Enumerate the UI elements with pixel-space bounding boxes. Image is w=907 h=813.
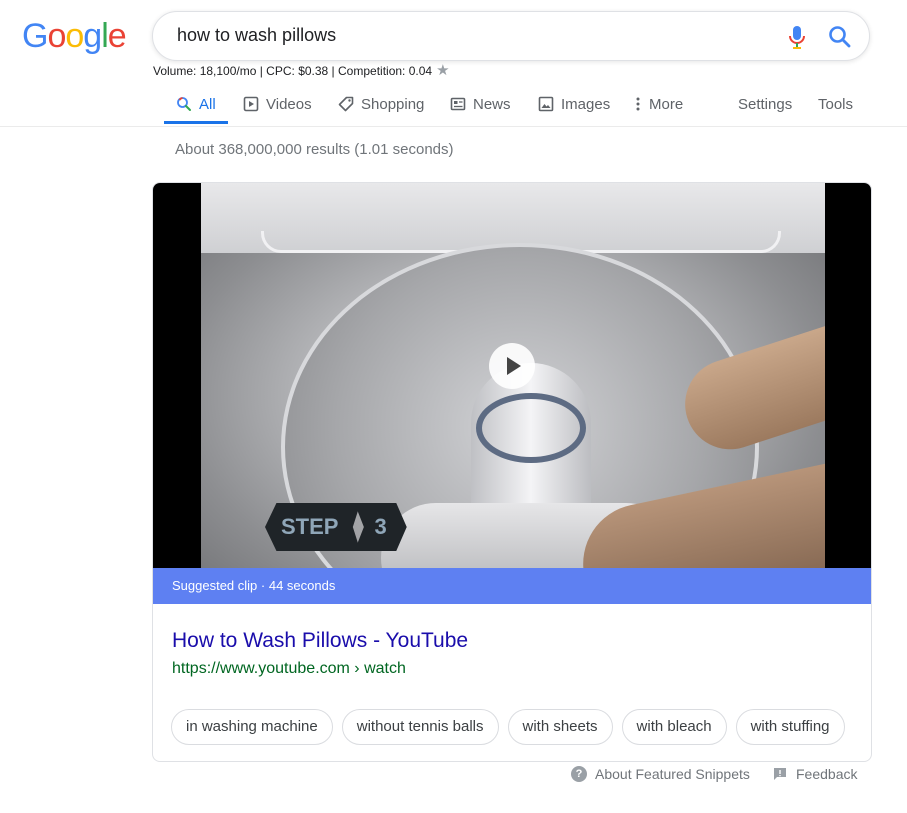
search-box[interactable]: how to wash pillows (152, 11, 870, 61)
tab-images[interactable]: Images (538, 84, 610, 124)
featured-snippet-card: STEP 3 Suggested clip · 44 seconds How t… (152, 182, 872, 762)
step-overlay: STEP 3 (265, 501, 407, 553)
tab-news[interactable]: News (450, 84, 511, 124)
keyword-stats-text: Volume: 18,100/mo | CPC: $0.38 | Competi… (153, 64, 433, 78)
step-number: 3 (354, 503, 407, 551)
help-icon: ? (571, 766, 587, 782)
search-icon (177, 97, 191, 111)
search-icon[interactable] (827, 24, 853, 50)
tab-news-label: News (473, 95, 511, 113)
feedback-label: Feedback (796, 766, 858, 782)
settings-label: Settings (738, 95, 793, 113)
tab-shopping-label: Shopping (361, 95, 425, 113)
tab-images-label: Images (561, 95, 611, 113)
about-featured-snippets[interactable]: ? About Featured Snippets (571, 766, 750, 782)
video-player[interactable]: STEP 3 (153, 183, 871, 568)
tab-videos[interactable]: Videos (243, 84, 312, 124)
suggested-clip-bar: Suggested clip · 44 seconds (153, 568, 871, 604)
more-vert-icon (636, 97, 640, 111)
tab-more-label: More (649, 95, 684, 113)
play-button-icon[interactable] (489, 343, 535, 389)
tag-icon (338, 96, 354, 112)
chip[interactable]: without tennis balls (341, 709, 499, 745)
star-icon[interactable]: ★ (436, 63, 449, 78)
active-tab-indicator (164, 121, 228, 124)
keyword-stats: Volume: 18,100/mo | CPC: $0.38 | Competi… (153, 63, 450, 78)
google-logo[interactable]: Google (22, 14, 127, 58)
chip[interactable]: with stuffing (735, 709, 845, 745)
feedback-link[interactable]: Feedback (772, 766, 857, 782)
related-chips: in washing machine without tennis balls … (171, 709, 845, 745)
news-icon (450, 97, 466, 111)
tab-all[interactable]: All (164, 84, 228, 124)
tools-label: Tools (818, 95, 854, 113)
feedback-icon (774, 768, 786, 780)
chip[interactable]: in washing machine (171, 709, 333, 745)
tab-more[interactable]: More (634, 84, 683, 124)
step-word: STEP (265, 503, 361, 551)
image-icon (538, 96, 554, 112)
chip[interactable]: with bleach (621, 709, 727, 745)
tools-link[interactable]: Tools (818, 84, 853, 124)
result-title-link[interactable]: How to Wash Pillows - YouTube (172, 629, 468, 653)
search-tabs: All Videos Shopping News Images More Set… (0, 84, 907, 127)
video-icon (243, 96, 259, 112)
result-stats: About 368,000,000 results (1.01 seconds) (175, 141, 454, 158)
result-url[interactable]: https://www.youtube.com › watch (172, 660, 406, 678)
tab-shopping[interactable]: Shopping (338, 84, 424, 124)
about-featured-snippets-label: About Featured Snippets (595, 766, 750, 782)
chip[interactable]: with sheets (507, 709, 613, 745)
settings-link[interactable]: Settings (738, 84, 792, 124)
microphone-icon[interactable] (785, 24, 809, 50)
search-input[interactable]: how to wash pillows (177, 25, 336, 46)
tab-videos-label: Videos (266, 95, 312, 113)
tab-all-label: All (199, 95, 216, 113)
